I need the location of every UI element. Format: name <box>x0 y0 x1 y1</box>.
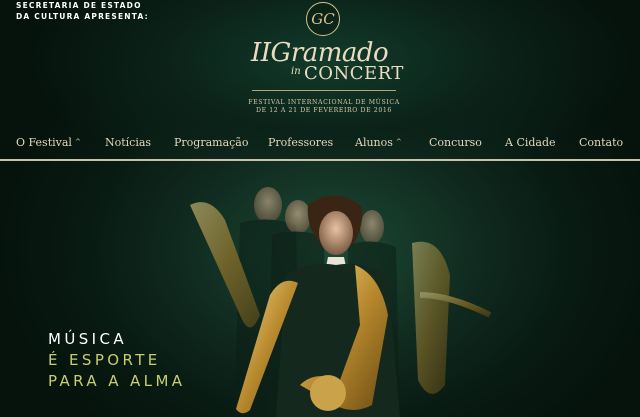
slogan-line-3: PARA A ALMA <box>48 372 186 390</box>
nav-label: Notícias <box>105 136 152 149</box>
presenter-credit: SECRETARIA DE ESTADO DA CULTURA APRESENT… <box>16 0 149 22</box>
monogram-text: GC <box>311 10 335 28</box>
saxophone-ensemble-photo <box>190 187 492 417</box>
nav-label: A Cidade <box>505 136 556 149</box>
festival-tagline-line-1: FESTIVAL INTERNACIONAL DE MÚSICA <box>248 99 400 106</box>
nav-label: Concurso <box>429 136 482 149</box>
nav-item-programacao[interactable]: Programação <box>174 136 248 149</box>
chevron-up-icon: ^ <box>395 138 402 146</box>
monogram-emblem-icon: GC <box>306 2 340 36</box>
nav-divider <box>0 159 640 161</box>
presenter-line-2: DA CULTURA APRESENTA: <box>16 12 149 21</box>
nav-item-concurso[interactable]: Concurso <box>429 136 482 149</box>
nav-label: Programação <box>174 136 249 149</box>
logo-in: in <box>291 66 301 77</box>
nav-item-professores[interactable]: Professores <box>268 136 333 149</box>
logo-concert: CONCERT <box>304 63 404 84</box>
slogan-line-1: MÚSICA <box>48 330 128 348</box>
nav-label: Contato <box>579 136 624 149</box>
nav-item-contato[interactable]: Contato <box>579 136 623 149</box>
main-nav: O Festival ^ Notícias Programação Profess… <box>0 129 640 157</box>
slogan-line-2: É ESPORTE <box>48 351 161 369</box>
nav-item-a-cidade[interactable]: A Cidade <box>505 136 556 149</box>
nav-item-alunos[interactable]: Alunos ^ <box>355 136 402 149</box>
logo-roman-numeral: II <box>251 38 271 68</box>
chevron-up-icon: ^ <box>74 138 81 146</box>
nav-label: Alunos <box>355 136 393 149</box>
presenter-line-1: SECRETARIA DE ESTADO <box>16 1 142 10</box>
nav-item-noticias[interactable]: Notícias <box>105 136 151 149</box>
nav-label: O Festival <box>16 136 72 149</box>
logo-divider <box>252 90 396 91</box>
hero-slogan: MÚSICA É ESPORTE PARA A ALMA <box>48 329 185 392</box>
festival-dates: DE 12 A 21 DE FEVEREIRO DE 2016 <box>256 107 392 114</box>
nav-label: Professores <box>268 136 334 149</box>
nav-item-o-festival[interactable]: O Festival ^ <box>16 136 81 149</box>
